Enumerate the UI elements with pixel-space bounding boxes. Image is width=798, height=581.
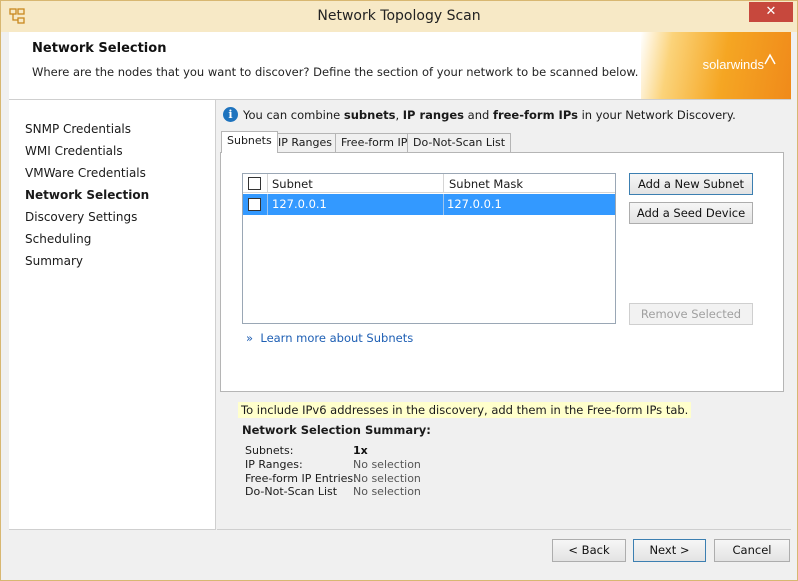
remove-selected-button[interactable]: Remove Selected — [629, 303, 753, 325]
back-button[interactable]: < Back — [552, 539, 626, 562]
summary-value-free-form: No selection — [353, 472, 421, 485]
grid-header: Subnet Subnet Mask — [243, 174, 615, 193]
page-title: Network Selection — [32, 41, 167, 56]
summary-label-do-not-scan: Do-Not-Scan List — [245, 485, 338, 498]
ipv6-note: To include IPv6 addresses in the discove… — [238, 402, 692, 418]
column-header-subnet[interactable]: Subnet — [272, 177, 313, 191]
close-button[interactable]: ✕ — [749, 2, 793, 22]
tab-ip-ranges[interactable]: IP Ranges — [272, 133, 338, 152]
summary-label-subnets: Subnets: — [245, 444, 294, 457]
learn-more-text[interactable]: Learn more about Subnets — [260, 331, 413, 345]
title-bar: Network Topology Scan ✕ — [1, 1, 797, 32]
add-seed-device-button[interactable]: Add a Seed Device — [629, 202, 753, 224]
sidebar-item-wmi-credentials[interactable]: WMI Credentials — [25, 144, 123, 158]
table-row[interactable]: 127.0.0.1 127.0.0.1 — [243, 194, 615, 215]
row-checkbox[interactable] — [248, 198, 261, 211]
info-text-separator: and — [464, 107, 493, 122]
learn-more-link[interactable]: » Learn more about Subnets — [246, 331, 413, 345]
info-term-subnets: subnets — [343, 107, 396, 122]
sidebar-item-summary[interactable]: Summary — [25, 254, 83, 268]
summary-title: Network Selection Summary: — [242, 423, 431, 437]
summary-value-do-not-scan: No selection — [353, 485, 421, 498]
info-icon: i — [223, 107, 238, 122]
column-divider — [267, 194, 268, 215]
info-term-free-form-ips: free-form IPs — [492, 107, 578, 122]
tab-subnets[interactable]: Subnets — [221, 131, 278, 153]
subnets-tab-panel: Subnet Subnet Mask 127.0.0.1 127.0.0.1 A… — [220, 152, 784, 392]
wizard-window: Network Topology Scan ✕ Network Selectio… — [0, 0, 798, 581]
sidebar-item-network-selection[interactable]: Network Selection — [25, 188, 149, 202]
next-button[interactable]: Next > — [633, 539, 706, 562]
info-term-ip-ranges: IP ranges — [402, 107, 464, 122]
summary-label-free-form: Free-form IP Entries: — [245, 472, 357, 485]
info-text-suffix: in your Network Discovery. — [577, 107, 736, 122]
brand-banner: solarwinds — [641, 32, 791, 99]
column-header-subnet-mask[interactable]: Subnet Mask — [449, 177, 523, 191]
wizard-footer: < Back Next > Cancel — [1, 530, 797, 580]
column-divider — [443, 194, 444, 215]
select-all-checkbox[interactable] — [248, 177, 261, 190]
window-title: Network Topology Scan — [317, 8, 481, 24]
cell-subnet: 127.0.0.1 — [272, 197, 327, 211]
brand-mark-icon — [764, 53, 776, 65]
cell-subnet-mask: 127.0.0.1 — [447, 197, 502, 211]
column-divider — [267, 174, 268, 193]
double-chevron-icon: » — [246, 331, 254, 345]
main-content: i You can combine subnets, IP ranges and… — [217, 100, 791, 530]
page-header: Network Selection Where are the nodes th… — [9, 32, 791, 100]
tab-do-not-scan-list[interactable]: Do-Not-Scan List — [407, 133, 512, 152]
add-subnet-button[interactable]: Add a New Subnet — [629, 173, 753, 195]
sidebar-item-scheduling[interactable]: Scheduling — [25, 232, 91, 246]
info-text-separator: , — [395, 107, 403, 122]
summary-label-ip-ranges: IP Ranges: — [245, 458, 303, 471]
page-subtitle: Where are the nodes that you want to dis… — [32, 65, 639, 79]
subnet-grid[interactable]: Subnet Subnet Mask 127.0.0.1 127.0.0.1 — [242, 173, 616, 324]
cancel-button[interactable]: Cancel — [714, 539, 790, 562]
brand-logo: solarwinds — [702, 57, 764, 72]
column-divider — [443, 174, 444, 193]
summary-value-ip-ranges: No selection — [353, 458, 421, 471]
wizard-steps-sidebar: SNMP Credentials WMI Credentials VMWare … — [9, 100, 216, 530]
info-text-prefix: You can combine — [243, 107, 344, 122]
summary-value-subnets: 1x — [353, 444, 368, 457]
sidebar-item-discovery-settings[interactable]: Discovery Settings — [25, 210, 137, 224]
sidebar-item-snmp-credentials[interactable]: SNMP Credentials — [25, 122, 131, 136]
info-text: You can combine subnets, IP ranges and f… — [243, 108, 736, 122]
info-banner: i You can combine subnets, IP ranges and… — [223, 107, 736, 122]
sidebar-item-vmware-credentials[interactable]: VMWare Credentials — [25, 166, 146, 180]
